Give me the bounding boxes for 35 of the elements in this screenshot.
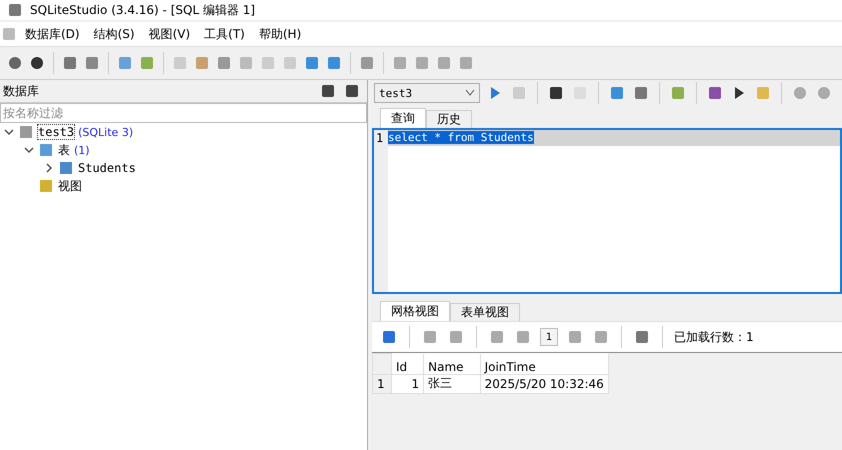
menu-item[interactable]: 工具(T) [197, 26, 252, 42]
editor-tab[interactable]: 历史 [426, 110, 472, 128]
chevron-down-icon[interactable] [4, 127, 14, 137]
chevron-down-icon [465, 89, 475, 97]
table-cell: 张三 [424, 374, 480, 393]
menu-item[interactable]: 视图(V) [142, 26, 198, 42]
sql-code: select * from Students [388, 131, 534, 144]
chevron-down-icon[interactable] [24, 145, 34, 155]
tree-item-note: (SQLite 3) [78, 126, 134, 138]
table-cell: 1 [392, 374, 424, 393]
column-header[interactable]: Id [392, 354, 424, 374]
menu-item[interactable]: 帮助(H) [252, 26, 308, 42]
chevron-right-icon[interactable] [44, 163, 54, 173]
filter-field[interactable]: 按名称过滤 [0, 103, 367, 123]
database-select[interactable]: test3 [374, 83, 480, 103]
tree-item-label[interactable]: 视图 [58, 178, 82, 194]
results-tab[interactable]: 表单视图 [450, 303, 520, 321]
loaded-rows-status: 已加载行数：1 [674, 328, 754, 346]
tree-item-label[interactable]: test3 [38, 125, 74, 139]
line-number: 1 [375, 130, 384, 146]
column-header[interactable]: JoinTime [480, 354, 608, 374]
column-header[interactable]: Name [424, 354, 480, 374]
page-number[interactable]: 1 [540, 328, 558, 346]
panel-title: 数据库 [3, 82, 39, 100]
tree-item-label[interactable]: 表 [58, 142, 70, 158]
menu-item[interactable]: 数据库(D) [18, 26, 87, 42]
results-tab[interactable]: 网格视图 [380, 301, 450, 321]
tree-item-label[interactable]: Students [78, 161, 136, 175]
window-title: SQLiteStudio (3.4.16) - [SQL 编辑器 1] [30, 2, 256, 18]
menu-item[interactable]: 结构(S) [86, 26, 142, 42]
editor-tab[interactable]: 查询 [380, 108, 426, 128]
table-cell: 2025/5/20 10:32:46 [480, 374, 608, 393]
row-number: 1 [372, 374, 392, 393]
tree-item-note: (1) [74, 144, 90, 156]
sql-editor[interactable]: 1 select * from Students [372, 128, 842, 294]
